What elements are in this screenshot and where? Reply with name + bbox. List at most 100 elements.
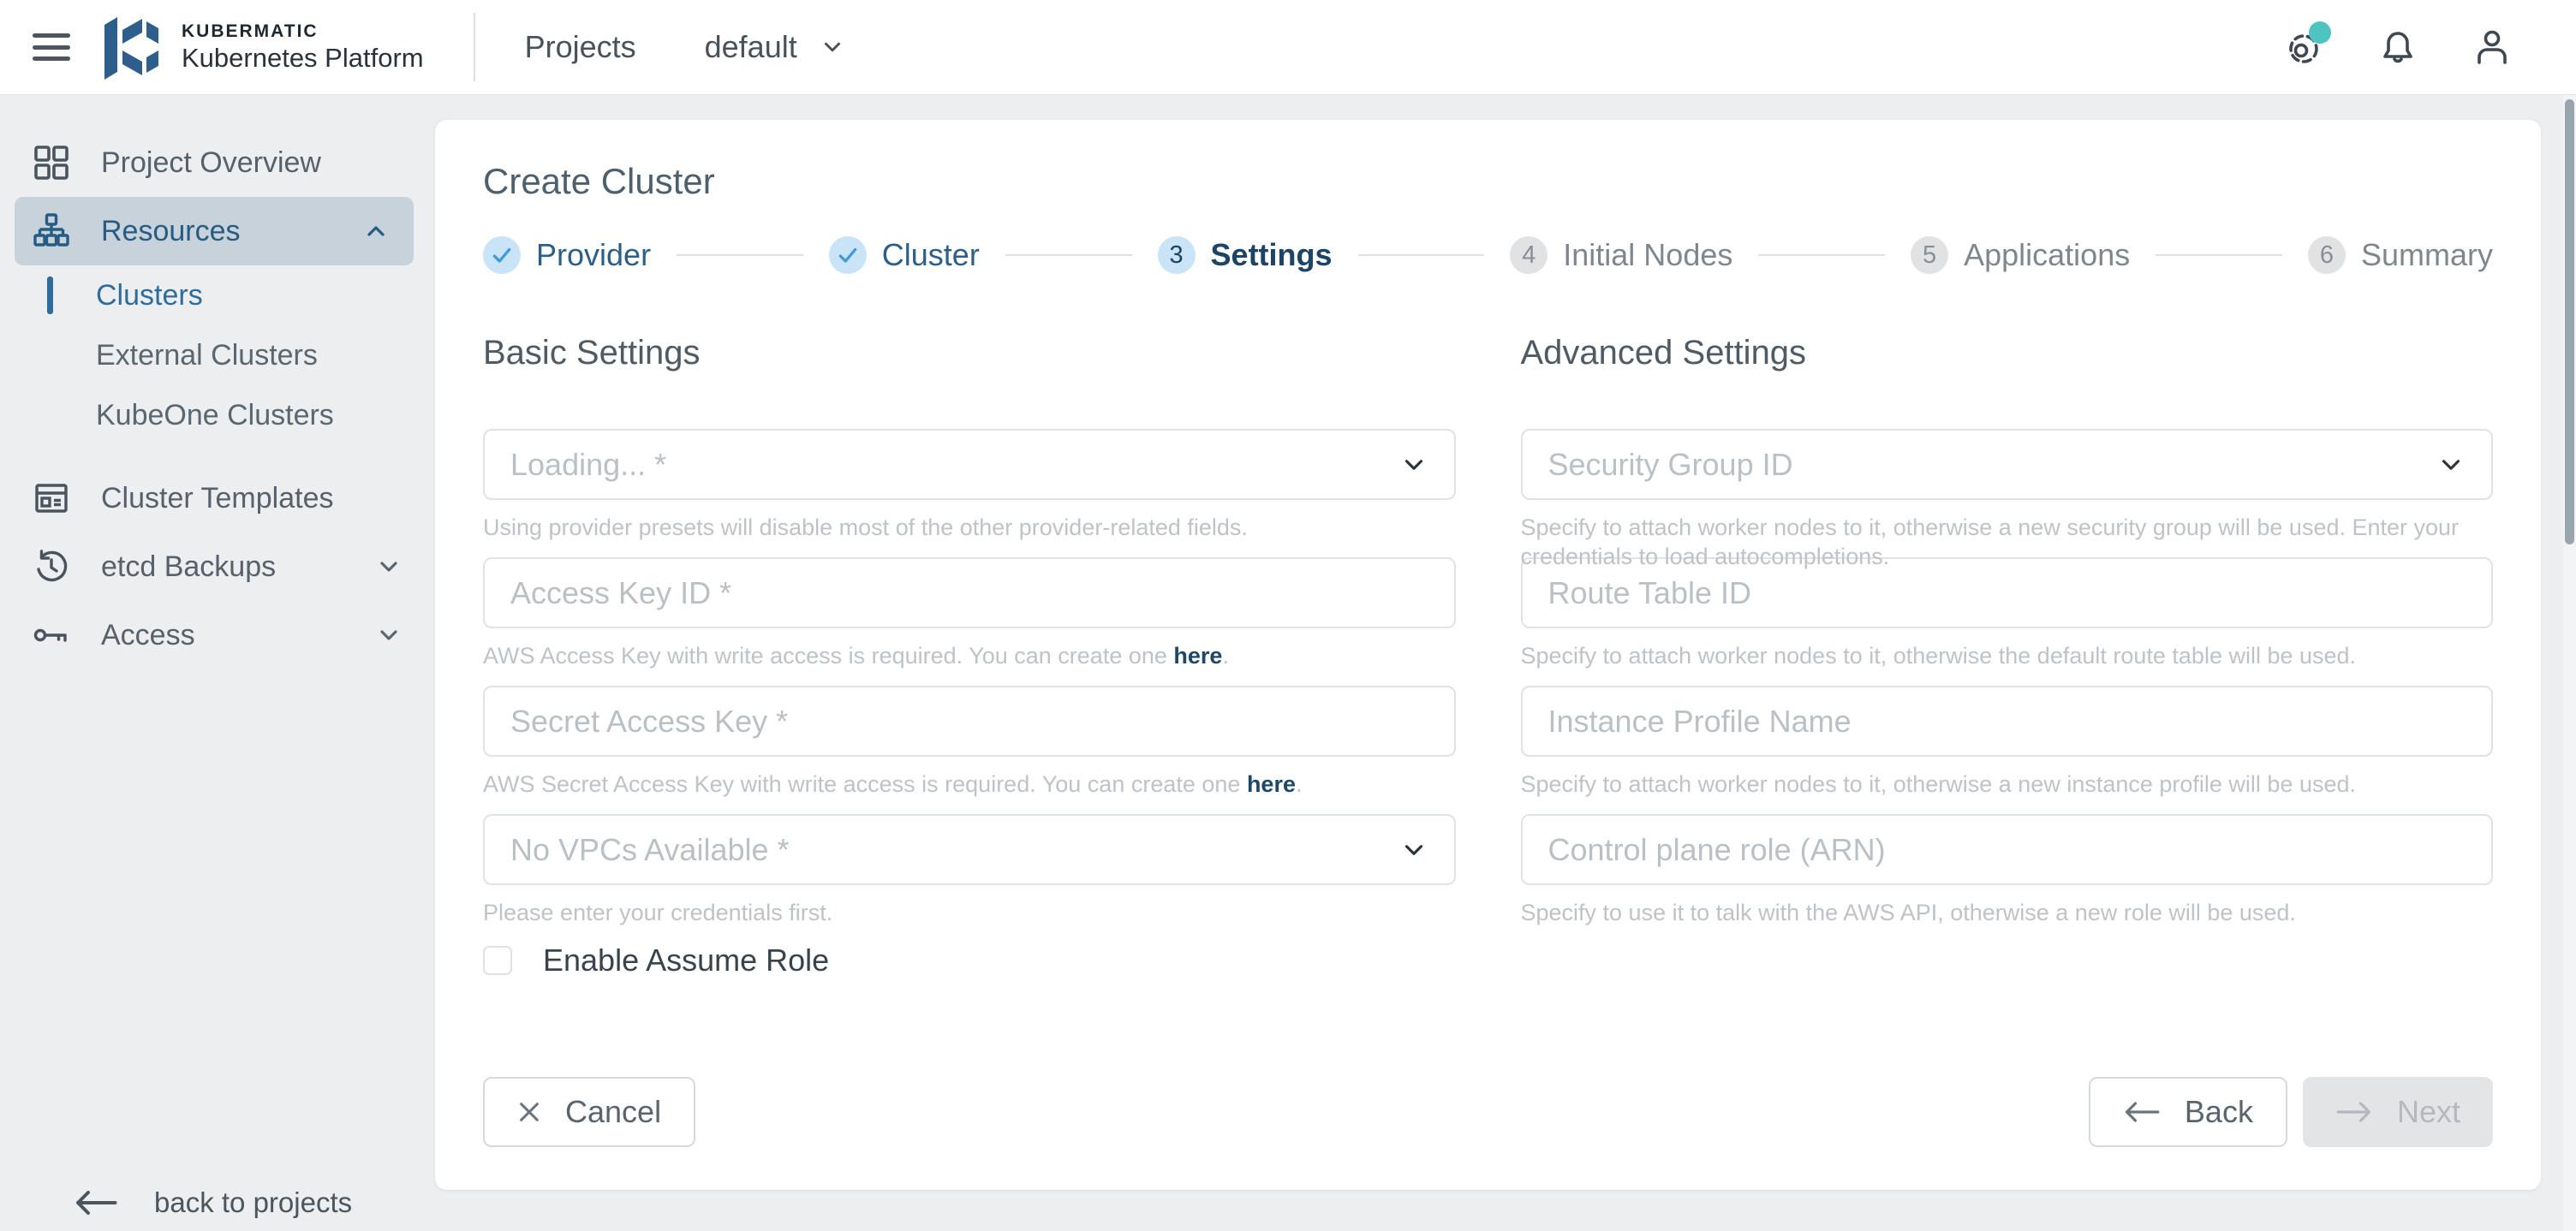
hamburger-bar xyxy=(33,33,70,38)
arrow-right-icon xyxy=(2335,1099,2373,1125)
cancel-button[interactable]: Cancel xyxy=(483,1077,695,1147)
secret-access-key-field[interactable] xyxy=(483,686,1456,757)
basic-settings-section: Basic Settings Loading... * Using provid… xyxy=(483,334,1456,943)
control-plane-role-helper-text: Specify to use it to talk with the AWS A… xyxy=(1521,898,2494,927)
step-circle: 6 xyxy=(2308,236,2346,274)
brand-line1: KUBERMATIC xyxy=(182,21,424,43)
bell-icon xyxy=(2377,27,2418,68)
enable-assume-role-label: Enable Assume Role xyxy=(543,943,829,978)
checkbox-unchecked[interactable] xyxy=(483,946,512,975)
step-circle: 4 xyxy=(1510,236,1547,274)
access-key-field-group: AWS Access Key with write access is requ… xyxy=(483,557,1456,686)
enable-assume-role-checkbox-row[interactable]: Enable Assume Role xyxy=(483,943,1456,978)
hamburger-menu-icon[interactable] xyxy=(33,33,70,61)
step-provider[interactable]: Provider xyxy=(483,236,651,274)
user-menu-button[interactable] xyxy=(2472,27,2513,68)
sidebar-item-cluster-templates[interactable]: Cluster Templates xyxy=(0,464,428,532)
step-label: Initial Nodes xyxy=(1563,237,1732,273)
sidebar-item-project-overview[interactable]: Project Overview xyxy=(0,128,428,197)
preset-select-placeholder: Loading... * xyxy=(510,447,666,483)
grid-icon xyxy=(33,144,70,181)
hamburger-bar xyxy=(33,45,70,50)
here-link[interactable]: here xyxy=(1247,771,1296,797)
access-key-id-input[interactable] xyxy=(510,575,1428,611)
secret-access-key-input[interactable] xyxy=(510,704,1428,740)
arrow-left-icon xyxy=(74,1187,118,1218)
instance-profile-field-group: Specify to attach worker nodes to it, ot… xyxy=(1521,686,2494,814)
step-label: Provider xyxy=(536,237,651,273)
step-circle xyxy=(483,236,521,274)
notifications-button[interactable] xyxy=(2377,27,2418,68)
scrollbar-thumb[interactable] xyxy=(2565,99,2574,544)
step-connector xyxy=(677,254,803,256)
access-key-id-field[interactable] xyxy=(483,557,1456,628)
brand-line2: Kubernetes Platform xyxy=(182,43,424,74)
step-connector xyxy=(1758,254,1885,256)
back-to-projects-link[interactable]: back to projects xyxy=(74,1186,352,1219)
route-table-helper-text: Specify to attach worker nodes to it, ot… xyxy=(1521,641,2494,670)
sidebar-subitem-kubeone-clusters[interactable]: KubeOne Clusters xyxy=(0,385,428,445)
access-key-helper-text: AWS Access Key with write access is requ… xyxy=(483,641,1456,670)
step-label: Settings xyxy=(1211,237,1333,273)
sidebar-subitem-external-clusters[interactable]: External Clusters xyxy=(0,325,428,385)
step-label: Summary xyxy=(2361,237,2493,273)
preset-helper-text: Using provider presets will disable most… xyxy=(483,513,1456,542)
topbar-divider xyxy=(474,13,475,81)
history-icon xyxy=(33,548,70,586)
sidebar-item-resources[interactable]: Resources xyxy=(15,197,414,265)
step-label: Cluster xyxy=(882,237,980,273)
secret-key-helper-text: AWS Secret Access Key with write access … xyxy=(483,770,1456,799)
vpc-field-group: No VPCs Available * Please enter your cr… xyxy=(483,814,1456,943)
instance-profile-name-field[interactable] xyxy=(1521,686,2494,757)
step-connector xyxy=(1358,254,1485,256)
hamburger-bar xyxy=(33,56,70,61)
sidebar-item-access[interactable]: Access xyxy=(0,601,428,669)
user-icon xyxy=(2472,27,2513,68)
next-button-label: Next xyxy=(2397,1094,2460,1130)
scrollbar-track[interactable] xyxy=(2563,94,2576,1231)
sidebar-item-etcd-backups[interactable]: etcd Backups xyxy=(0,532,428,601)
chevron-down-icon xyxy=(1399,450,1428,479)
next-button[interactable]: Next xyxy=(2303,1077,2493,1147)
chevron-down-icon xyxy=(375,621,402,649)
key-icon xyxy=(33,616,70,654)
projects-nav-link[interactable]: Projects xyxy=(525,29,636,65)
instance-profile-name-input[interactable] xyxy=(1548,704,2466,740)
step-settings[interactable]: 3 Settings xyxy=(1158,236,1333,274)
step-cluster[interactable]: Cluster xyxy=(829,236,980,274)
vpc-helper-text: Please enter your credentials first. xyxy=(483,898,1456,927)
cancel-button-label: Cancel xyxy=(565,1094,661,1130)
security-group-id-select[interactable]: Security Group ID xyxy=(1521,429,2494,500)
control-plane-role-input[interactable] xyxy=(1548,832,2466,868)
back-button[interactable]: Back xyxy=(2089,1077,2287,1147)
close-icon xyxy=(517,1100,541,1124)
topbar-actions xyxy=(2283,27,2513,68)
sidebar-spacer xyxy=(0,445,428,464)
project-selector-dropdown[interactable]: default xyxy=(705,29,845,65)
wizard-nav-buttons: Back Next xyxy=(2089,1077,2493,1147)
preset-select[interactable]: Loading... * xyxy=(483,429,1456,500)
active-indicator-bar xyxy=(47,277,53,314)
step-initial-nodes[interactable]: 4 Initial Nodes xyxy=(1510,236,1732,274)
control-plane-role-field[interactable] xyxy=(1521,814,2494,885)
here-link[interactable]: here xyxy=(1173,643,1222,669)
help-wheel-button[interactable] xyxy=(2283,27,2324,68)
chevron-down-icon xyxy=(1399,836,1428,865)
route-table-id-input[interactable] xyxy=(1548,575,2466,611)
step-applications[interactable]: 5 Applications xyxy=(1911,236,2130,274)
sidebar-item-label: Cluster Templates xyxy=(101,482,334,515)
sidebar-item-label: Access xyxy=(101,619,195,652)
sidebar-subitem-label: Clusters xyxy=(96,279,203,312)
route-table-field-group: Specify to attach worker nodes to it, ot… xyxy=(1521,557,2494,686)
step-summary[interactable]: 6 Summary xyxy=(2308,236,2493,274)
vpc-select[interactable]: No VPCs Available * xyxy=(483,814,1456,885)
helper-text: AWS Secret Access Key with write access … xyxy=(483,771,1247,797)
cancel-button-wrap: Cancel xyxy=(483,1077,695,1147)
page-title: Create Cluster xyxy=(483,161,2493,202)
control-plane-role-field-group: Specify to use it to talk with the AWS A… xyxy=(1521,814,2494,943)
screen: KUBERMATIC Kubernetes Platform Projects … xyxy=(0,0,2576,1231)
step-label: Applications xyxy=(1964,237,2130,273)
sidebar-subitem-clusters[interactable]: Clusters xyxy=(0,265,428,325)
create-cluster-card: Create Cluster Provider Cluster 3 Settin… xyxy=(435,120,2541,1190)
sidebar-subitem-label: External Clusters xyxy=(96,339,318,372)
